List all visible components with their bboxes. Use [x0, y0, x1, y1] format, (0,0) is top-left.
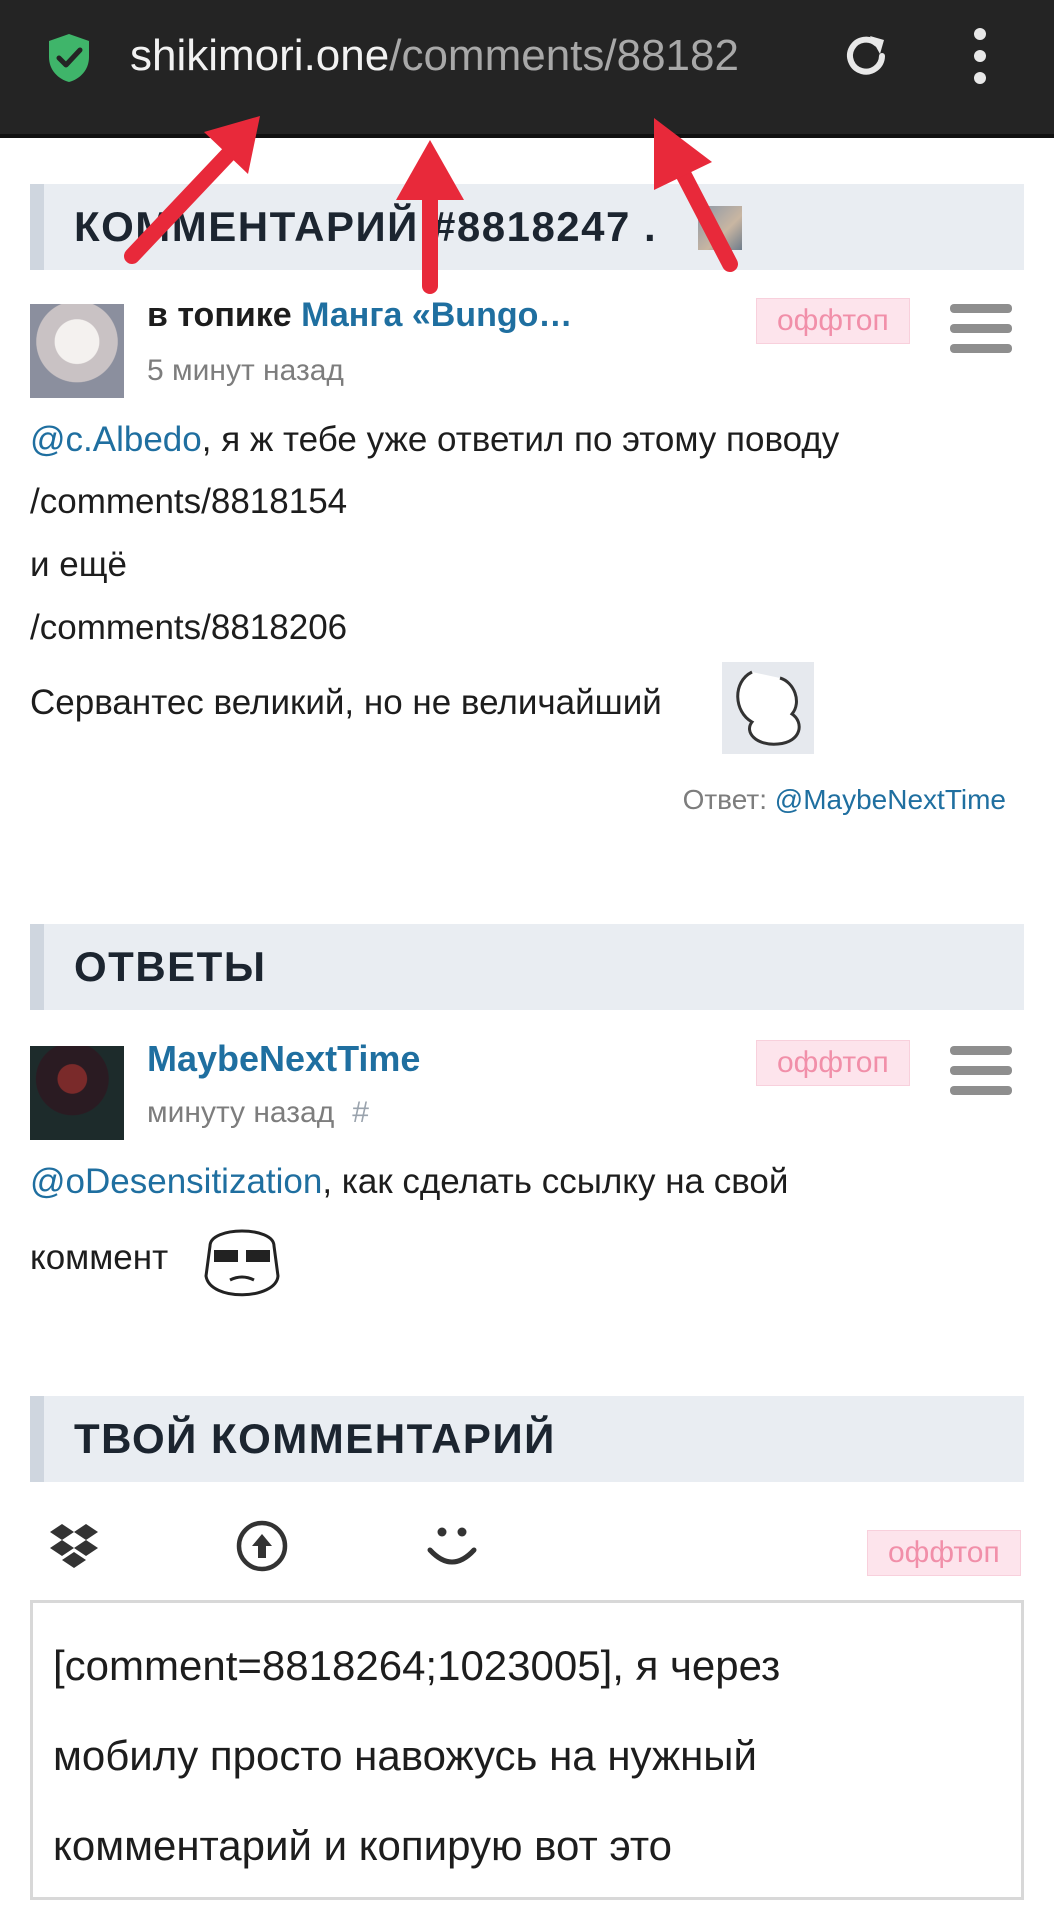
- comment-link-1[interactable]: /comments/8818154: [30, 482, 347, 522]
- comment-body-line-3: и ещё: [30, 545, 128, 584]
- mention-link[interactable]: @c.Albedo: [30, 420, 202, 459]
- reply-offtopic-badge[interactable]: оффтоп: [756, 1040, 910, 1086]
- url-host: shikimori.one: [130, 31, 390, 80]
- reply-mention-link[interactable]: @oDesensitization: [30, 1162, 322, 1201]
- reply-author-link[interactable]: MaybeNextTime: [147, 1038, 420, 1079]
- url-path: /comments/88182: [389, 31, 739, 80]
- comment-body-line-5: Сервантес великий, но не величайший: [30, 683, 662, 722]
- topic-link[interactable]: Манга «Bungo…: [301, 296, 572, 334]
- comment-topic-line: в топике Манга «Bungo…: [147, 296, 572, 335]
- comment-body-line-1: @c.Albedo, я ж тебе уже ответил по этому…: [30, 420, 839, 460]
- reply-time[interactable]: минуту назад: [147, 1096, 334, 1129]
- comment-text: , я ж тебе уже ответил по этому поводу: [201, 420, 840, 459]
- reply-label: Ответ:: [682, 784, 767, 815]
- editor-section-title: ТВОЙ КОММЕНТАРИЙ: [74, 1415, 556, 1462]
- comment-menu-icon[interactable]: [950, 304, 1012, 354]
- sunglasses-smiley-image: [204, 1229, 280, 1297]
- secure-shield-icon: [49, 34, 89, 82]
- editor-section-header: ТВОЙ КОММЕНТАРИЙ: [30, 1396, 1024, 1482]
- smiley-icon[interactable]: [424, 1518, 480, 1574]
- reply-author-line: MaybeNextTime: [147, 1038, 420, 1080]
- reply-time-line: минуту назад #: [147, 1096, 369, 1130]
- editor-offtopic-toggle[interactable]: оффтоп: [867, 1530, 1021, 1576]
- upload-icon[interactable]: [234, 1518, 290, 1574]
- offtopic-badge[interactable]: оффтоп: [756, 298, 910, 344]
- topic-prefix: в топике: [147, 296, 292, 334]
- comment-section-title: КОММЕНТАРИЙ #8818247 .: [74, 203, 658, 250]
- reply-user-link[interactable]: @MaybeNextTime: [775, 784, 1006, 815]
- url-field[interactable]: shikimori.one/comments/88182: [130, 26, 810, 86]
- reload-icon[interactable]: [840, 30, 892, 82]
- replies-section-title: ОТВЕТЫ: [74, 943, 267, 990]
- smiley-image: [722, 662, 814, 754]
- comment-section-header: КОММЕНТАРИЙ #8818247 .: [30, 184, 1024, 270]
- reply-to-line: Ответ: @MaybeNextTime: [683, 784, 1006, 816]
- reply-body-line-1: @oDesensitization, как сделать ссылку на…: [30, 1162, 788, 1202]
- reply-avatar[interactable]: [30, 1046, 124, 1140]
- avatar[interactable]: [30, 304, 124, 398]
- reply-text: , как сделать ссылку на свой: [322, 1162, 789, 1201]
- comment-time[interactable]: 5 минут назад: [147, 354, 344, 388]
- replies-section-header: ОТВЕТЫ: [30, 924, 1024, 1010]
- permalink-hash[interactable]: #: [352, 1096, 369, 1129]
- comment-link-2[interactable]: /comments/8818206: [30, 608, 347, 648]
- comment-textarea[interactable]: [comment=8818264;1023005], я через мобил…: [30, 1600, 1024, 1900]
- dropbox-icon[interactable]: [46, 1518, 102, 1574]
- title-thumbnail: [698, 206, 742, 250]
- overflow-menu-icon[interactable]: [968, 26, 992, 86]
- reply-menu-icon[interactable]: [950, 1046, 1012, 1096]
- reply-body-line-2: коммент: [30, 1238, 169, 1277]
- browser-address-bar: shikimori.one/comments/88182: [0, 0, 1054, 138]
